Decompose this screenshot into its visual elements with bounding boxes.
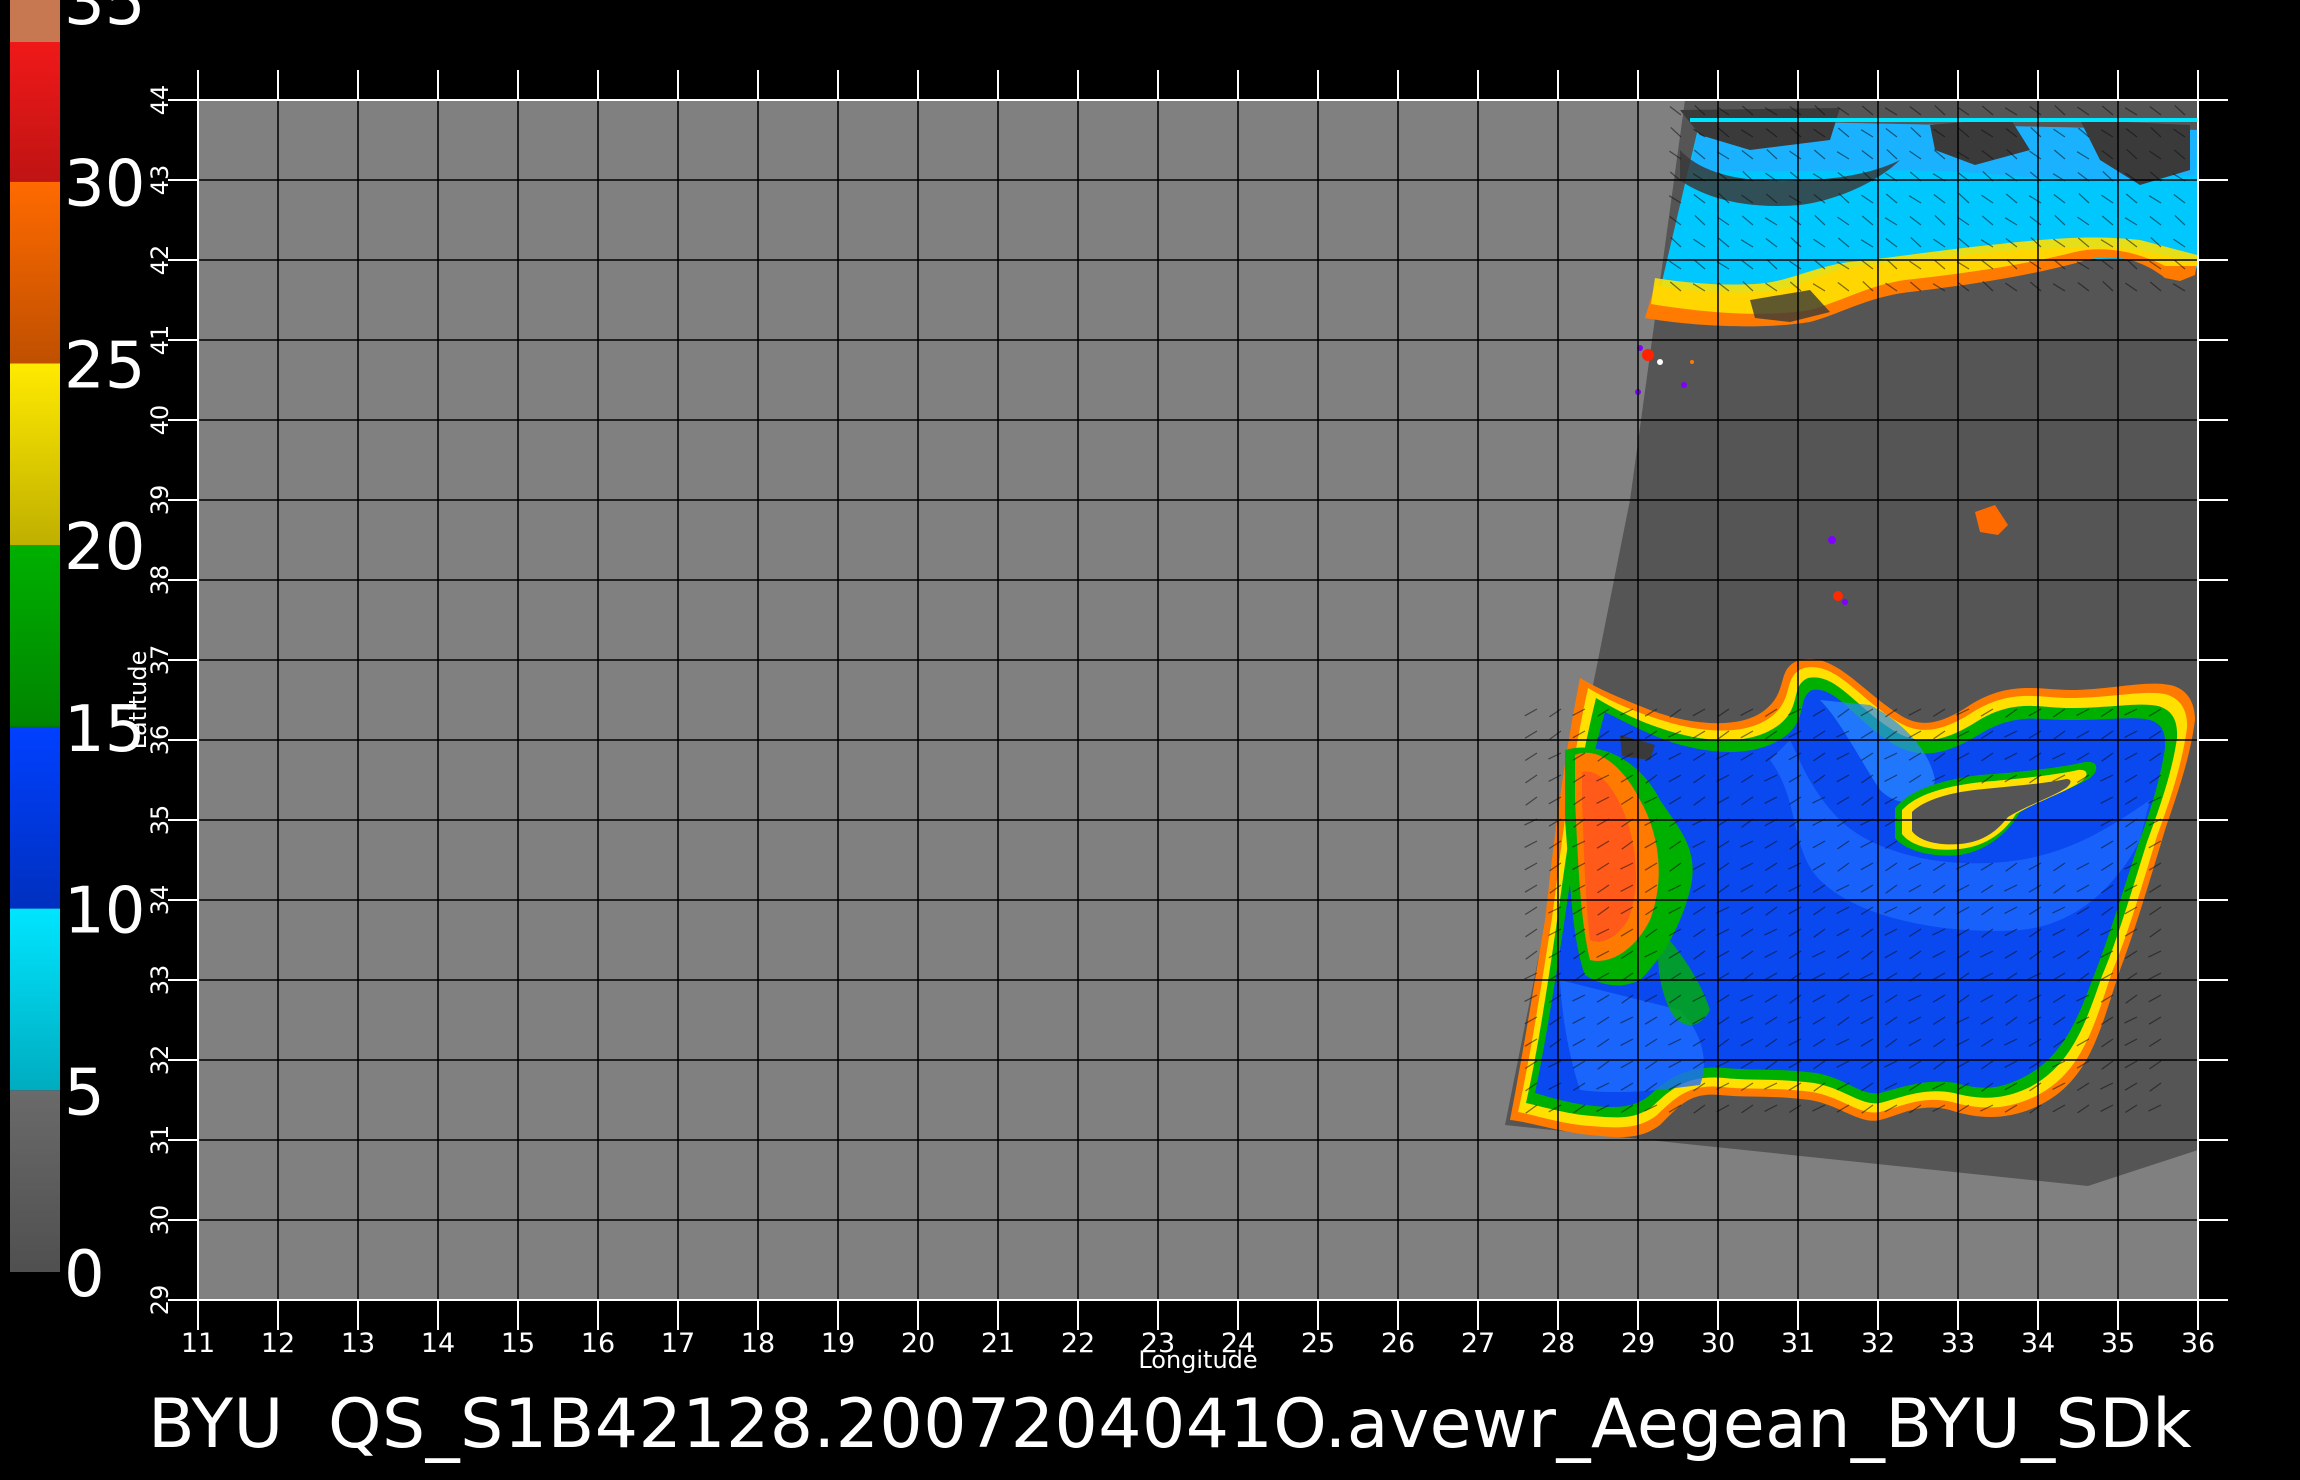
colorbar-tick-label: 10 — [64, 875, 145, 949]
x-tick-label: 11 — [181, 1328, 215, 1359]
y-tick-label: 31 — [146, 1125, 174, 1156]
y-tick-label: 34 — [146, 885, 174, 916]
x-tick-label: 30 — [1701, 1328, 1735, 1359]
y-tick-label: 29 — [146, 1285, 174, 1316]
y-tick-label: 39 — [146, 485, 174, 516]
x-tick-label: 34 — [2021, 1328, 2055, 1359]
colorbar-band — [10, 726, 60, 909]
x-tick-label: 27 — [1461, 1328, 1495, 1359]
colorbar-band — [10, 181, 60, 364]
colorbar-band — [10, 545, 60, 727]
colorbar-band — [10, 363, 60, 546]
x-tick-label: 32 — [1861, 1328, 1895, 1359]
x-tick-label: 20 — [901, 1328, 935, 1359]
y-tick-label: 40 — [146, 405, 174, 436]
x-tick-label: 28 — [1541, 1328, 1575, 1359]
y-tick-label: 38 — [146, 565, 174, 596]
y-tick-label: 41 — [146, 325, 174, 356]
y-tick-label: 43 — [146, 165, 174, 196]
y-tick-label: 32 — [146, 1045, 174, 1076]
x-tick-label: 16 — [581, 1328, 615, 1359]
x-tick-label: 15 — [501, 1328, 535, 1359]
x-tick-label: 36 — [2181, 1328, 2215, 1359]
x-tick-label: 18 — [741, 1328, 775, 1359]
chart-scene: 0 5 10 15 20 25 30 35 11 12 13 14 15 16 17 18 1… — [10, 0, 2228, 1374]
y-tick-label: 33 — [146, 965, 174, 996]
x-tick-label: 21 — [981, 1328, 1015, 1359]
x-tick-label: 31 — [1781, 1328, 1815, 1359]
x-tick-label: 29 — [1621, 1328, 1655, 1359]
x-tick-label: 13 — [341, 1328, 375, 1359]
y-tick-label: 35 — [146, 805, 174, 836]
y-tick-label: 42 — [146, 245, 174, 276]
y-tick-label: 44 — [146, 85, 174, 116]
x-tick-label: 33 — [1941, 1328, 1975, 1359]
colorbar-tick-label: 20 — [64, 511, 145, 585]
x-tick-label: 19 — [821, 1328, 855, 1359]
colorbar-band — [10, 1090, 60, 1272]
x-tick-label: 35 — [2101, 1328, 2135, 1359]
x-tick-label: 12 — [261, 1328, 295, 1359]
colorbar-top-swatch — [10, 0, 60, 42]
colorbar-tick-label: 35 — [64, 0, 145, 40]
x-tick-label: 25 — [1301, 1328, 1335, 1359]
x-tick-label: 26 — [1381, 1328, 1415, 1359]
x-tick-label: 14 — [421, 1328, 455, 1359]
colorbar-tick-label: 30 — [64, 148, 145, 222]
y-axis-label: Latitude — [124, 651, 152, 750]
image-caption: BYU QS_S1B42128.2007204041O.avewr_Aegean… — [148, 1385, 2193, 1464]
x-tick-label: 17 — [661, 1328, 695, 1359]
y-tick-label: 30 — [146, 1205, 174, 1236]
colorbar-tick-label: 25 — [64, 329, 145, 403]
colorbar-tick-label: 5 — [64, 1056, 105, 1130]
colorbar-tick-label: 0 — [64, 1238, 105, 1312]
colorbar-band — [10, 908, 60, 1091]
x-tick-label: 22 — [1061, 1328, 1095, 1359]
